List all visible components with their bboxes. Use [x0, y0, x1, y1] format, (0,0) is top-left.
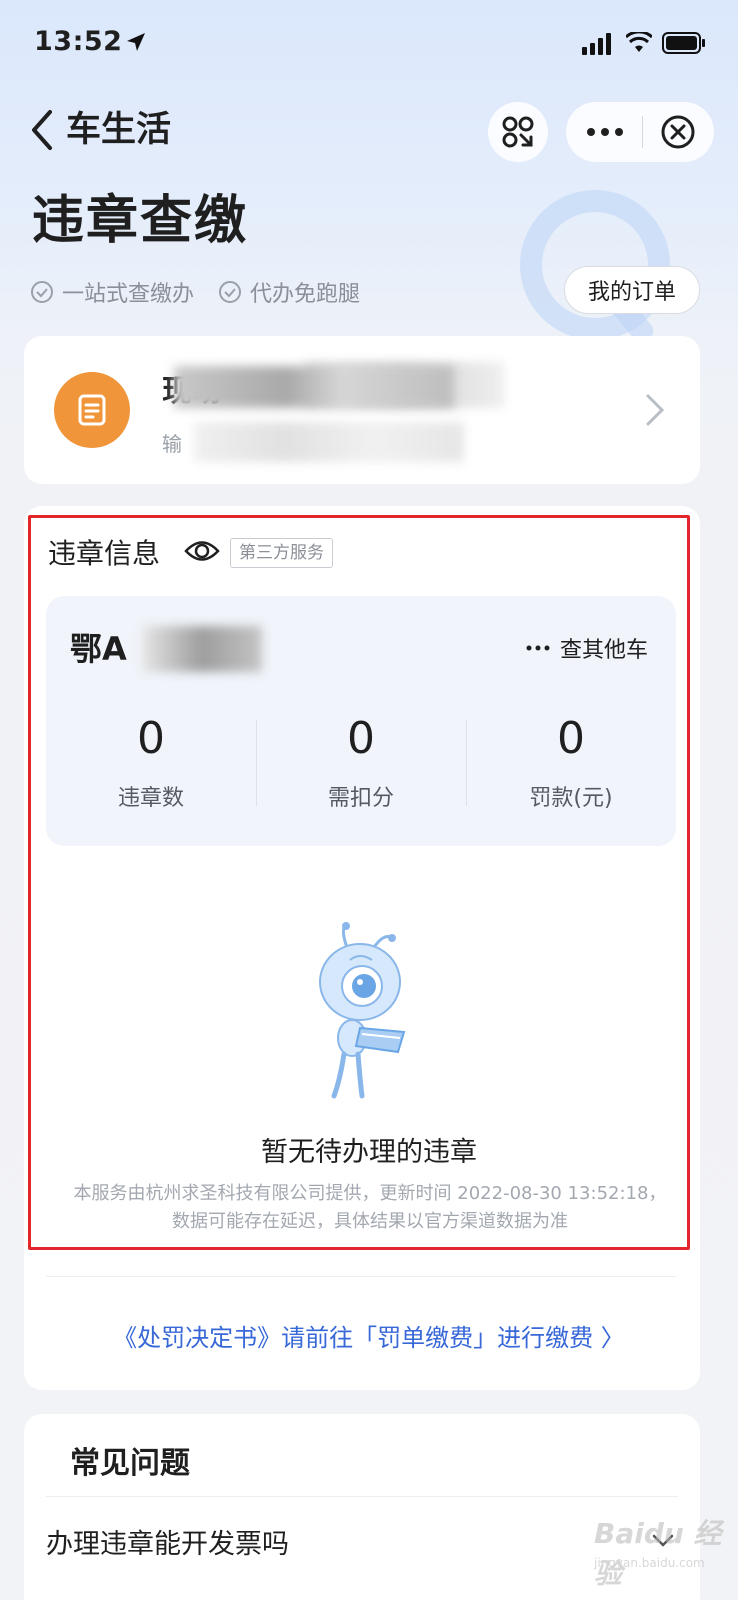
chevron-right-icon: [646, 394, 665, 426]
violation-section-title: 违章信息: [48, 537, 161, 570]
baidu-watermark: Baidu 经验 jingyan.baidu.com: [558, 1500, 728, 1590]
my-orders-button[interactable]: 我的订单: [564, 266, 700, 314]
feature-label: 一站式查缴办: [62, 282, 195, 307]
scan-icon: [502, 116, 534, 148]
stat-label: 违章数: [117, 786, 184, 811]
feature-row: 一站式查缴办 代办免跑腿: [30, 276, 384, 308]
back-chevron-icon[interactable]: [28, 108, 58, 152]
check-circle-icon: [31, 281, 53, 303]
faq-title: 常见问题: [70, 1446, 190, 1481]
feature-label: 代办免跑腿: [250, 282, 361, 307]
stat-label: 需扣分: [327, 786, 394, 811]
watermark-brand: Baidu 经验: [594, 1517, 722, 1590]
battery-icon: [662, 32, 705, 54]
car-summary-box: 鄂A 查其他车 0 违章数 0 需扣分 0 罚款(元): [46, 596, 676, 846]
capsule-divider: [642, 116, 643, 148]
divider: [46, 1276, 676, 1277]
signal-icon: [582, 33, 611, 55]
third-party-badge: 第三方服务: [230, 538, 333, 568]
check-circle-icon: [219, 281, 242, 303]
violation-stats: 0 违章数 0 需扣分 0 罚款(元): [46, 712, 676, 812]
pay-fine-link[interactable]: 《处罚决定书》请前往「罚单缴费」进行缴费 〉: [0, 1318, 738, 1353]
feature-item: 一站式查缴办: [30, 276, 194, 308]
ant-mascot-illustration: [319, 922, 406, 1099]
status-bar: 13:52: [0, 0, 738, 90]
stat-value: 0: [347, 713, 375, 764]
stat-fine: 0 罚款(元): [466, 712, 676, 812]
empty-state-text: 暂无待办理的违章: [261, 1137, 477, 1168]
stat-value: 0: [137, 713, 165, 764]
decorative-magnifier: [520, 190, 670, 340]
stat-label: 罚款(元): [529, 786, 613, 811]
more-icon[interactable]: [584, 120, 626, 144]
eye-icon[interactable]: [184, 536, 220, 566]
redacted-block: [194, 422, 464, 462]
feature-item: 代办免跑腿: [218, 276, 360, 308]
redacted-plate: [142, 626, 262, 672]
close-icon[interactable]: [660, 114, 696, 150]
onsite-ticket-card[interactable]: 现场 输: [24, 336, 700, 484]
other-car-label: 查其他车: [560, 638, 649, 663]
page-title: 违章查缴: [32, 191, 249, 251]
watermark-url: jingyan.baidu.com: [594, 1556, 705, 1570]
status-time: 13:52: [34, 26, 123, 57]
scan-button[interactable]: [488, 102, 548, 162]
divider: [46, 1496, 678, 1497]
check-other-car-button[interactable]: 查其他车: [526, 632, 648, 664]
location-arrow-icon: [127, 33, 145, 51]
service-disclaimer: 本服务由杭州求圣科技有限公司提供，更新时间 2022-08-30 13:52:1…: [73, 1183, 667, 1232]
ticket-card-subtitle: 输: [162, 432, 182, 456]
stat-points: 0 需扣分: [256, 712, 466, 812]
ellipsis-icon: [526, 645, 550, 651]
wifi-icon: [626, 32, 652, 52]
miniapp-capsule: [566, 102, 714, 162]
faq-item[interactable]: 办理违章能开发票吗: [46, 1522, 289, 1561]
redacted-block: [174, 366, 454, 408]
stat-violations: 0 违章数: [46, 712, 256, 812]
license-plate: 鄂A: [70, 630, 127, 668]
nav-back-title[interactable]: 车生活: [66, 108, 171, 152]
stat-value: 0: [557, 713, 585, 764]
document-icon: [54, 372, 130, 448]
